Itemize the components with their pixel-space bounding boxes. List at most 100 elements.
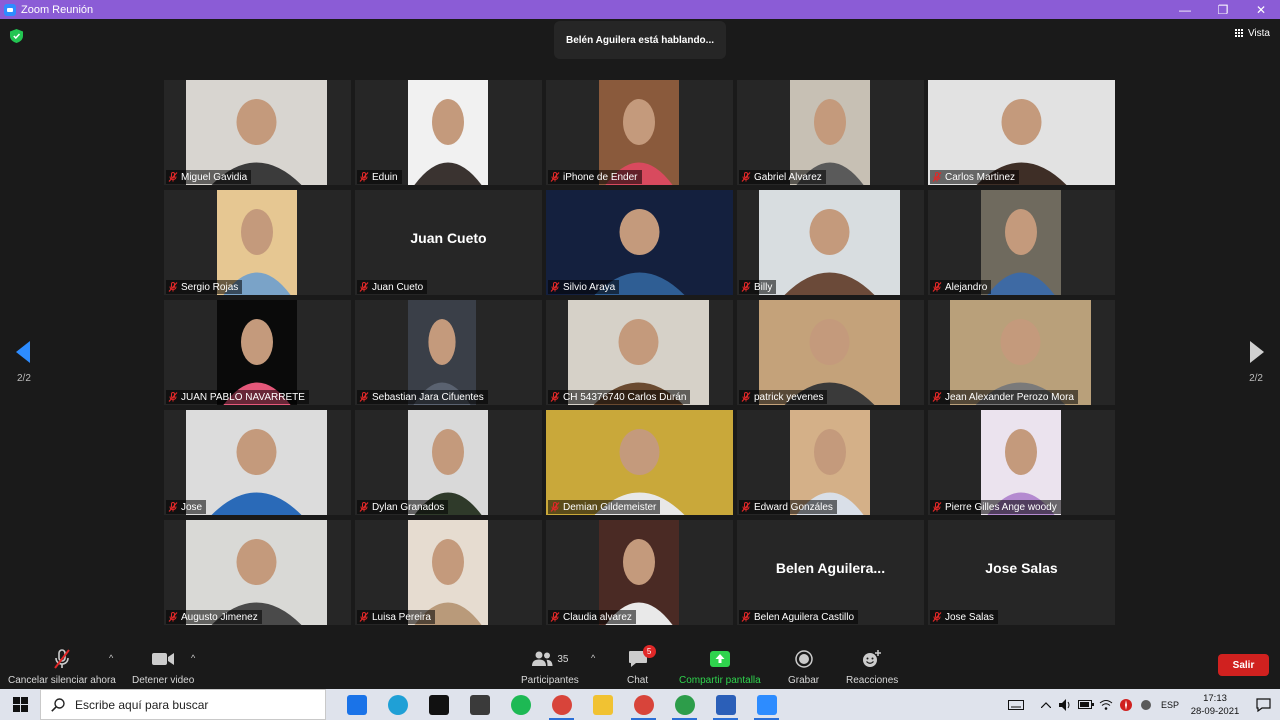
view-button[interactable]: Vista <box>1234 28 1270 39</box>
muted-microphone-icon <box>168 282 178 292</box>
stop-video-button[interactable]: Detener video <box>132 647 194 686</box>
taskbar-app-folder[interactable] <box>582 689 623 720</box>
taskbar-app-zoom[interactable] <box>746 689 787 720</box>
volume-icon[interactable] <box>1056 698 1076 711</box>
participant-tile[interactable]: patrick yevenes <box>737 300 924 405</box>
participant-tile[interactable]: CH 54376740 Carlos Durán <box>546 300 733 405</box>
participants-options-caret-icon[interactable]: ^ <box>591 653 595 663</box>
participant-tile[interactable]: Sergio Rojas <box>164 190 351 295</box>
chrome-icon-2 <box>633 694 654 715</box>
start-button[interactable] <box>0 689 40 720</box>
participant-tile[interactable]: Edward Gonzáles <box>737 410 924 515</box>
search-placeholder: Escribe aquí para buscar <box>75 697 209 712</box>
huawei-app-icon[interactable] <box>1116 698 1136 712</box>
taskbar-app-mail[interactable] <box>336 689 377 720</box>
language-indicator[interactable]: ESP <box>1156 700 1184 710</box>
participant-tile[interactable]: Miguel Gavidia <box>164 80 351 185</box>
participant-tile[interactable]: iPhone de Ender <box>546 80 733 185</box>
taskbar-app-chrome-3[interactable] <box>664 689 705 720</box>
unmute-button[interactable]: Cancelar silenciar ahora <box>8 647 116 686</box>
muted-microphone-icon <box>741 392 751 402</box>
participant-tile[interactable]: JUAN PABLO NAVARRETE <box>164 300 351 405</box>
window-title: Zoom Reunión <box>21 3 94 16</box>
participant-tile[interactable]: Pierre Gilles Ange woody <box>928 410 1115 515</box>
participant-tile[interactable]: Jean Alexander Perozo Mora <box>928 300 1115 405</box>
taskbar-app-store[interactable] <box>459 689 500 720</box>
participants-button[interactable]: 35 Participantes <box>521 647 579 686</box>
participant-name-label: Miguel Gavidia <box>166 170 252 184</box>
participant-name: iPhone de Ender <box>563 171 638 183</box>
muted-microphone-icon <box>550 172 560 182</box>
notifications-icon[interactable] <box>1246 697 1280 712</box>
participant-name: Jose <box>181 501 203 513</box>
muted-microphone-icon <box>359 172 369 182</box>
participant-tile[interactable]: Carlos Martinez <box>928 80 1115 185</box>
share-screen-icon <box>709 651 730 667</box>
participant-tile[interactable]: Claudia alvarez <box>546 520 733 625</box>
reactions-button[interactable]: Reacciones <box>846 647 898 686</box>
taskbar-app-spotify[interactable] <box>500 689 541 720</box>
muted-microphone-icon <box>54 649 70 669</box>
muted-microphone-icon <box>932 612 942 622</box>
participant-name-label: CH 54376740 Carlos Durán <box>548 390 691 404</box>
keyboard-icon[interactable] <box>1006 699 1026 710</box>
taskbar-clock[interactable]: 17:13 28-09-2021 <box>1184 692 1246 718</box>
muted-microphone-icon <box>359 282 369 292</box>
participant-tile[interactable]: Luisa Pereira <box>355 520 542 625</box>
video-camera-icon <box>152 653 175 665</box>
next-page-arrow-icon[interactable] <box>1250 341 1264 363</box>
participant-tile[interactable]: Eduin <box>355 80 542 185</box>
video-options-caret-icon[interactable]: ^ <box>191 653 195 663</box>
leave-meeting-button[interactable]: Salir <box>1218 654 1269 676</box>
participants-label: Participantes <box>521 675 579 686</box>
taskbar-app-edge[interactable] <box>377 689 418 720</box>
encryption-shield-icon[interactable] <box>10 29 23 43</box>
taskbar-search-box[interactable]: Escribe aquí para buscar <box>40 689 326 720</box>
participant-name: Alejandro <box>945 281 988 293</box>
show-hidden-icons-chevron-icon[interactable] <box>1036 701 1056 708</box>
participant-name-label: Billy <box>739 280 777 294</box>
taskbar-app-word[interactable] <box>705 689 746 720</box>
search-icon <box>51 697 65 712</box>
share-screen-button[interactable]: Compartir pantalla <box>679 647 761 686</box>
previous-page-arrow-icon[interactable] <box>16 341 30 363</box>
participant-name: Augusto Jimenez <box>181 611 258 623</box>
record-button[interactable]: Grabar <box>788 647 819 686</box>
store-icon <box>469 694 490 715</box>
audio-options-caret-icon[interactable]: ^ <box>109 653 113 663</box>
chat-button[interactable]: 5 Chat <box>627 645 656 686</box>
participant-tile[interactable]: Jose Salas Jose Salas <box>928 520 1115 625</box>
participant-tile[interactable]: Billy <box>737 190 924 295</box>
muted-microphone-icon <box>168 502 178 512</box>
onedrive-icon[interactable] <box>1136 698 1156 712</box>
participant-tile[interactable]: Alejandro <box>928 190 1115 295</box>
clock-date: 28-09-2021 <box>1190 705 1240 717</box>
participant-tile[interactable]: Gabriel Alvarez <box>737 80 924 185</box>
participant-name: Claudia alvarez <box>563 611 632 623</box>
participant-tile[interactable]: Demian Gildemeister <box>546 410 733 515</box>
taskbar-app-chrome-2[interactable] <box>623 689 664 720</box>
participant-tile[interactable]: Jose <box>164 410 351 515</box>
minimize-button[interactable]: — <box>1166 0 1204 19</box>
chat-unread-badge: 5 <box>642 645 656 658</box>
participant-tile[interactable]: Sebastian Jara Cifuentes <box>355 300 542 405</box>
participant-tile[interactable]: Dylan Granados <box>355 410 542 515</box>
taskbar-app-netflix[interactable] <box>418 689 459 720</box>
participant-name-label: Silvio Araya <box>548 280 620 294</box>
participant-tile[interactable]: Augusto Jimenez <box>164 520 351 625</box>
participant-tile[interactable]: Silvio Araya <box>546 190 733 295</box>
participant-name: Miguel Gavidia <box>181 171 248 183</box>
participant-tile[interactable]: Juan Cueto Juan Cueto <box>355 190 542 295</box>
participant-name-label: Pierre Gilles Ange woody <box>930 500 1061 514</box>
taskbar-app-chrome[interactable] <box>541 689 582 720</box>
maximize-button[interactable]: ❐ <box>1204 0 1242 19</box>
participant-name: Sergio Rojas <box>181 281 239 293</box>
participant-video <box>186 410 327 515</box>
wifi-icon[interactable] <box>1096 699 1116 710</box>
battery-icon[interactable] <box>1076 700 1096 709</box>
clock-time: 17:13 <box>1203 692 1227 704</box>
participant-name: JUAN PABLO NAVARRETE <box>181 391 305 403</box>
participant-name-label: Alejandro <box>930 280 992 294</box>
participant-tile[interactable]: Belen Aguilera... Belen Aguilera Castillo <box>737 520 924 625</box>
close-button[interactable]: ✕ <box>1242 0 1280 19</box>
